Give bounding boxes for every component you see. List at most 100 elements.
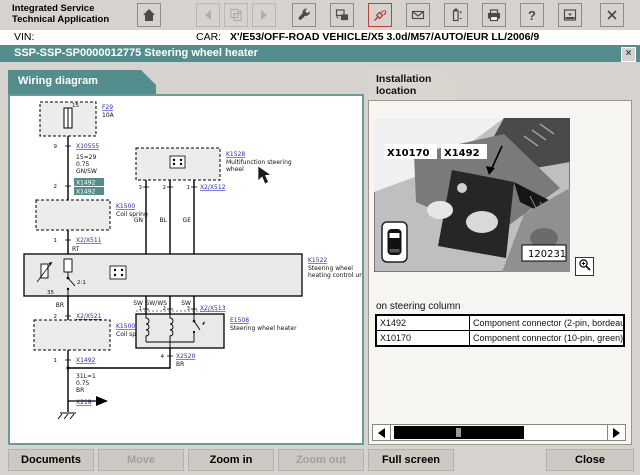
zoom-out-button[interactable]: Zoom out	[278, 449, 364, 471]
exit-button[interactable]	[600, 3, 624, 27]
photo-label-x10170: X10170	[387, 148, 430, 159]
change-display-button[interactable]	[330, 3, 354, 27]
wiring-diagram: 15 F29 10A 9 X10555 15=29 0.75 GN/SW 2 X…	[23, 101, 368, 420]
multifunction-wheel-label2: wheel	[226, 166, 244, 173]
close-icon	[604, 7, 620, 23]
left-arrow-icon	[378, 427, 385, 438]
multifunction-wheel-link[interactable]: K1528	[226, 151, 245, 158]
app-title: Integrated Service Technical Application	[12, 3, 110, 25]
coil-spring-bottom-link[interactable]: K1500	[116, 323, 135, 330]
pin-9: 9	[54, 144, 58, 150]
photo-caption: on steering column	[376, 301, 461, 312]
fuse-code-link[interactable]: F29	[102, 104, 113, 111]
scrollbar-thumb[interactable]	[394, 426, 524, 439]
control-unit-link[interactable]: K1522	[308, 257, 327, 264]
zoom-in-button[interactable]: Zoom in	[188, 449, 274, 471]
magnify-photo-button[interactable]	[575, 257, 594, 276]
control-unit-label2: heating control unit	[308, 272, 362, 279]
connector-x2x511-link[interactable]: X2/X511	[76, 237, 102, 244]
document-close-button[interactable]: ×	[621, 47, 636, 62]
mail-icon	[410, 7, 426, 23]
connection-button[interactable]	[368, 3, 392, 27]
connector-x2x521-link[interactable]: X2/X521	[76, 313, 102, 320]
connector-x10555-link[interactable]: X10555	[76, 143, 99, 150]
installation-photo: X10170 X1492 120231	[374, 118, 570, 272]
table-row[interactable]: X1492 Component connector (2-pin, bordea…	[375, 314, 625, 331]
wire-bl: BL	[160, 217, 168, 224]
car-position-icon	[381, 221, 408, 263]
copy-session-button[interactable]	[224, 3, 248, 27]
close-button[interactable]: Close	[546, 449, 634, 471]
mfw-pin-3: 3	[139, 185, 143, 191]
minimize-view-button[interactable]	[558, 3, 582, 27]
connector-table: X1492 Component connector (2-pin, bordea…	[375, 314, 625, 347]
top-toolbar: Integrated Service Technical Application	[0, 0, 640, 31]
mfw-pin-2: 2	[163, 185, 167, 191]
heater-pin-1: 1	[139, 306, 143, 312]
connector-x2520-link[interactable]: X2520	[176, 353, 196, 360]
control-unit-label1: Steering wheel	[308, 265, 353, 272]
wire-rt: RT	[72, 246, 80, 253]
connector-x2x513-link[interactable]: X2/X513	[200, 305, 226, 312]
wire-gn: GN	[134, 217, 143, 224]
heater-label: Steering wheel heater	[230, 325, 297, 332]
pin-1b: 1	[54, 358, 58, 364]
battery-button[interactable]	[444, 3, 468, 27]
scrollbar-grip	[456, 428, 461, 437]
back-button[interactable]	[196, 3, 220, 27]
coil-spring-box-top	[35, 199, 111, 231]
connector-x1492-chip-a[interactable]: X1492	[76, 180, 96, 187]
pages-icon	[228, 7, 244, 23]
wire-spec-size: 0.75	[76, 161, 90, 168]
table-row[interactable]: X10170 Component connector (10-pin, gree…	[375, 330, 625, 347]
home-icon	[141, 7, 157, 23]
tab-wiring-diagram[interactable]: Wiring diagram	[8, 70, 156, 94]
forward-button[interactable]	[252, 3, 276, 27]
help-button[interactable]: ?	[520, 3, 544, 27]
wire-ge: GE	[183, 217, 192, 224]
wire-br-4: BR	[176, 361, 184, 368]
tab-installation-line1: Installation	[376, 73, 432, 85]
wire-spec-color: GN/SW	[76, 168, 97, 175]
vin-label: VIN:	[14, 31, 35, 43]
ground-ref-arrow[interactable]	[96, 396, 108, 406]
gnd-spec-size: 0.75	[76, 380, 90, 387]
photo-number: 120231	[528, 249, 566, 260]
scroll-right-button[interactable]	[607, 425, 625, 440]
scroll-left-button[interactable]	[373, 425, 391, 440]
coil-spring-top-label: Coil spring	[116, 211, 148, 218]
forward-arrow-icon	[256, 7, 272, 23]
pin-2b: 2	[54, 314, 58, 320]
cu-pin-35: 35	[47, 290, 54, 296]
coil-spring-top-link[interactable]: K1500	[116, 203, 135, 210]
gnd-spec-circuit: 31L=1	[76, 373, 96, 380]
move-button[interactable]: Move	[98, 449, 184, 471]
connector-x2x512-link[interactable]: X2/X512	[200, 184, 226, 191]
print-button[interactable]	[482, 3, 506, 27]
messages-button[interactable]	[406, 3, 430, 27]
ground-ref-link[interactable]: X218	[76, 399, 92, 406]
heater-link[interactable]: E1508	[230, 317, 249, 324]
photo-label-x1492: X1492	[444, 148, 480, 159]
service-functions-button[interactable]	[292, 3, 316, 27]
installation-location-panel: X10170 X1492 120231 on steering column X…	[368, 100, 632, 445]
heater-box	[135, 313, 225, 349]
tab-installation-location[interactable]: Installation location	[368, 70, 456, 100]
full-screen-button[interactable]: Full screen	[368, 449, 454, 471]
horizontal-scrollbar[interactable]	[372, 424, 626, 441]
right-arrow-icon	[613, 427, 620, 438]
multifunction-wheel-label1: Multifunction steering	[226, 159, 292, 166]
connector-code: X1492	[375, 314, 470, 331]
connector-x1492-chip-b[interactable]: X1492	[76, 189, 96, 196]
home-button[interactable]	[137, 3, 161, 27]
pin-1: 1	[54, 238, 58, 244]
connector-desc: Component connector (10-pin, green),	[469, 330, 625, 347]
vehicle-info-bar: VIN: CAR: X'/E53/OFF-ROAD VEHICLE/X5 3.0…	[0, 30, 640, 45]
window-collapse-icon	[562, 7, 578, 23]
help-icon: ?	[528, 7, 536, 23]
documents-button[interactable]: Documents	[8, 449, 94, 471]
connector-x1492-link[interactable]: X1492	[76, 357, 96, 364]
connector-desc: Component connector (2-pin, bordeaux	[469, 314, 625, 331]
gnd-spec-color: BR	[76, 387, 84, 394]
car-value: X'/E53/OFF-ROAD VEHICLE/X5 3.0d/M57/AUTO…	[230, 31, 540, 43]
